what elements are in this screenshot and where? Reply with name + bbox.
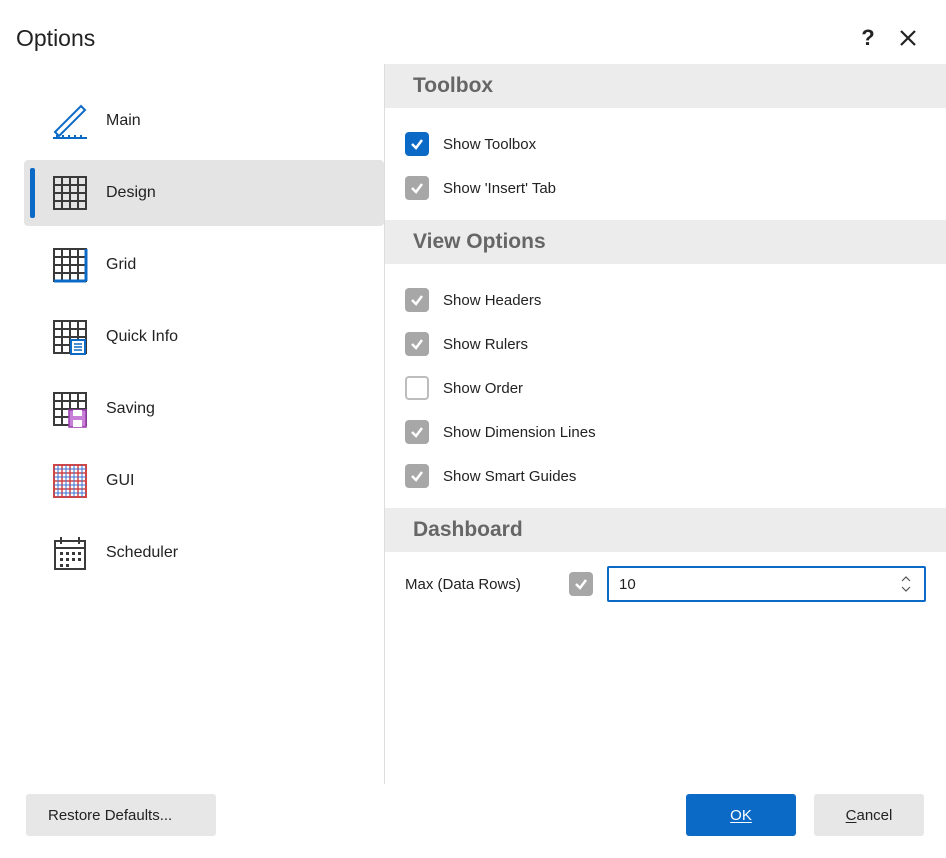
cancel-button[interactable]: Cancel [814,794,924,836]
titlebar: Options ? [0,0,946,64]
checkbox-show-rulers[interactable] [405,332,429,356]
option-show-dimension-lines: Show Dimension Lines [405,410,926,454]
option-show-insert-tab: Show 'Insert' Tab [405,166,926,210]
gui-icon [50,461,90,501]
close-icon[interactable] [888,18,928,58]
spinner-up-icon[interactable] [898,574,914,584]
sidebar-item-label: GUI [106,472,134,490]
section-body-view-options: Show Headers Show Rulers Show Order Show… [385,264,946,508]
checkbox-show-dimension-lines[interactable] [405,420,429,444]
sidebar-item-label: Saving [106,400,155,418]
max-data-rows-input[interactable]: 10 [607,566,926,602]
spinner-buttons [898,574,914,594]
sidebar-item-label: Scheduler [106,544,178,562]
option-show-rulers: Show Rulers [405,322,926,366]
checkbox-label: Show Rulers [443,336,528,353]
checkbox-label: Show Order [443,380,523,397]
dialog-body: Main Design Grid [0,64,946,784]
checkbox-label: Show 'Insert' Tab [443,180,556,197]
help-icon[interactable]: ? [848,18,888,58]
option-show-order: Show Order [405,366,926,410]
scheduler-icon [50,533,90,573]
sidebar-item-label: Design [106,184,156,202]
section-header-view-options: View Options [385,220,946,264]
checkbox-show-insert-tab[interactable] [405,176,429,200]
dialog-footer: Restore Defaults... OK Cancel [0,780,946,858]
sidebar-item-label: Main [106,112,141,130]
checkbox-show-toolbox[interactable] [405,132,429,156]
option-max-data-rows: Max (Data Rows) 10 [385,552,946,616]
ok-button[interactable]: OK [686,794,796,836]
sidebar-item-main[interactable]: Main [24,88,384,154]
sidebar-item-label: Quick Info [106,328,178,346]
main-icon [50,101,90,141]
sidebar-item-grid[interactable]: Grid [24,232,384,298]
section-header-dashboard: Dashboard [385,508,946,552]
option-show-smart-guides: Show Smart Guides [405,454,926,498]
sidebar-item-scheduler[interactable]: Scheduler [24,520,384,586]
content-panel: Toolbox Show Toolbox Show 'Insert' Tab V… [384,64,946,784]
sidebar-item-gui[interactable]: GUI [24,448,384,514]
sidebar-item-design[interactable]: Design [24,160,384,226]
max-data-rows-label: Max (Data Rows) [405,576,555,593]
sidebar-item-quickinfo[interactable]: Quick Info [24,304,384,370]
option-show-headers: Show Headers [405,278,926,322]
restore-defaults-button[interactable]: Restore Defaults... [26,794,216,836]
checkbox-show-headers[interactable] [405,288,429,312]
sidebar-item-saving[interactable]: Saving [24,376,384,442]
checkbox-show-smart-guides[interactable] [405,464,429,488]
quickinfo-icon [50,317,90,357]
saving-icon [50,389,90,429]
checkbox-max-data-rows[interactable] [569,572,593,596]
dialog-title: Options [16,25,848,52]
spinner-down-icon[interactable] [898,584,914,594]
checkbox-label: Show Toolbox [443,136,536,153]
max-data-rows-value: 10 [619,576,898,593]
checkbox-show-order[interactable] [405,376,429,400]
grid-icon [50,245,90,285]
design-icon [50,173,90,213]
checkbox-label: Show Smart Guides [443,468,576,485]
checkbox-label: Show Headers [443,292,541,309]
section-body-toolbox: Show Toolbox Show 'Insert' Tab [385,108,946,220]
option-show-toolbox: Show Toolbox [405,122,926,166]
sidebar-item-label: Grid [106,256,136,274]
sidebar: Main Design Grid [24,64,384,784]
checkbox-label: Show Dimension Lines [443,424,596,441]
section-header-toolbox: Toolbox [385,64,946,108]
